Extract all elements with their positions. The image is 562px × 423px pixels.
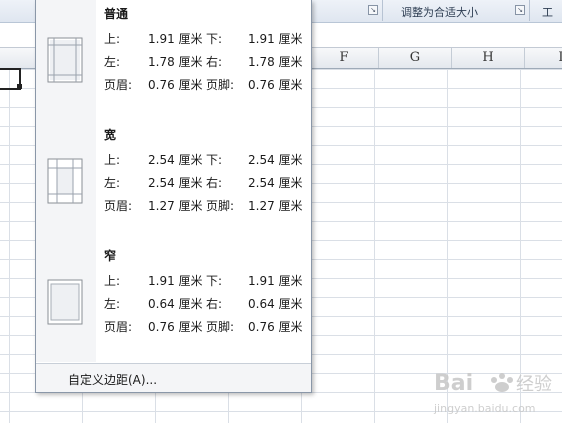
- scale-dialog-launcher-icon[interactable]: ↘: [515, 5, 525, 15]
- column-header-i[interactable]: I: [525, 48, 562, 68]
- margin-preset-narrow[interactable]: 窄 上: 1.91 厘米 下: 1.91 厘米 左: 0.64 厘米 右: 0.…: [36, 247, 311, 362]
- label-right: 右:: [206, 55, 223, 69]
- label-top: 上:: [104, 153, 121, 167]
- watermark-jingyan-text: 经验: [516, 374, 552, 395]
- watermark-url-text: jingyan.baidu.com: [433, 402, 536, 415]
- column-header-h[interactable]: H: [452, 48, 525, 68]
- page-margin-wide-icon: [47, 158, 83, 204]
- ribbon-group-label-right: 工: [542, 6, 553, 19]
- value-footer: 1.27 厘米: [248, 199, 303, 213]
- column-header-g[interactable]: G: [379, 48, 452, 68]
- value-bottom: 1.91 厘米: [248, 274, 303, 288]
- watermark-bai-text: Bai: [434, 371, 473, 396]
- value-left: 2.54 厘米: [148, 176, 203, 190]
- preset-title: 窄: [104, 249, 117, 263]
- value-top: 1.91 厘米: [148, 32, 203, 46]
- label-footer: 页脚:: [206, 320, 235, 334]
- label-right: 右:: [206, 176, 223, 190]
- value-top: 2.54 厘米: [148, 153, 203, 167]
- margin-preset-wide[interactable]: 宽 上: 2.54 厘米 下: 2.54 厘米 左: 2.54 厘米 右: 2.…: [36, 126, 311, 241]
- margin-preset-normal[interactable]: 普通 上: 1.91 厘米 下: 1.91 厘米 左: 1.78 厘米 右: 1…: [36, 5, 311, 120]
- label-left: 左:: [104, 176, 121, 190]
- baidu-jingyan-watermark: Bai 经验 jingyan.baidu.com: [432, 366, 560, 418]
- value-right: 1.78 厘米: [248, 55, 303, 69]
- value-header: 1.27 厘米: [148, 199, 203, 213]
- fill-handle[interactable]: [17, 84, 22, 89]
- value-header: 0.76 厘米: [148, 320, 203, 334]
- label-right: 右:: [206, 297, 223, 311]
- label-top: 上:: [104, 274, 121, 288]
- label-header: 页眉:: [104, 320, 133, 334]
- value-footer: 0.76 厘米: [248, 320, 303, 334]
- page-margin-normal-icon: [47, 37, 83, 83]
- value-left: 1.78 厘米: [148, 55, 203, 69]
- label-bottom: 下:: [206, 274, 223, 288]
- label-left: 左:: [104, 297, 121, 311]
- ribbon-group-label: 调整为合适大小: [401, 6, 478, 19]
- page-margin-narrow-icon: [47, 279, 83, 325]
- label-bottom: 下:: [206, 153, 223, 167]
- column-header-f[interactable]: F: [310, 48, 379, 68]
- label-top: 上:: [104, 32, 121, 46]
- value-bottom: 2.54 厘米: [248, 153, 303, 167]
- value-footer: 0.76 厘米: [248, 78, 303, 92]
- value-header: 0.76 厘米: [148, 78, 203, 92]
- dialog-launcher-icon[interactable]: ↘: [368, 5, 378, 15]
- value-right: 0.64 厘米: [248, 297, 303, 311]
- label-header: 页眉:: [104, 199, 133, 213]
- value-bottom: 1.91 厘米: [248, 32, 303, 46]
- baidu-paw-logo-icon: Bai 经验 jingyan.baidu.com: [433, 371, 552, 415]
- value-left: 0.64 厘米: [148, 297, 203, 311]
- label-header: 页眉:: [104, 78, 133, 92]
- ribbon-group-right: 工: [530, 0, 562, 21]
- label-footer: 页脚:: [206, 78, 235, 92]
- label-footer: 页脚:: [206, 199, 235, 213]
- ribbon-group-scale-to-fit: 调整为合适大小 ↘: [383, 0, 530, 21]
- custom-margins-label: 自定义边距(A)...: [68, 373, 158, 387]
- label-left: 左:: [104, 55, 121, 69]
- label-bottom: 下:: [206, 32, 223, 46]
- preset-title: 宽: [104, 128, 117, 142]
- value-right: 2.54 厘米: [248, 176, 303, 190]
- value-top: 1.91 厘米: [148, 274, 203, 288]
- ribbon-group-left: ↘: [310, 0, 383, 21]
- margins-dropdown-menu: 普通 上: 1.91 厘米 下: 1.91 厘米 左: 1.78 厘米 右: 1…: [35, 0, 312, 393]
- preset-title: 普通: [104, 7, 129, 21]
- custom-margins-item[interactable]: 自定义边距(A)...: [36, 363, 311, 392]
